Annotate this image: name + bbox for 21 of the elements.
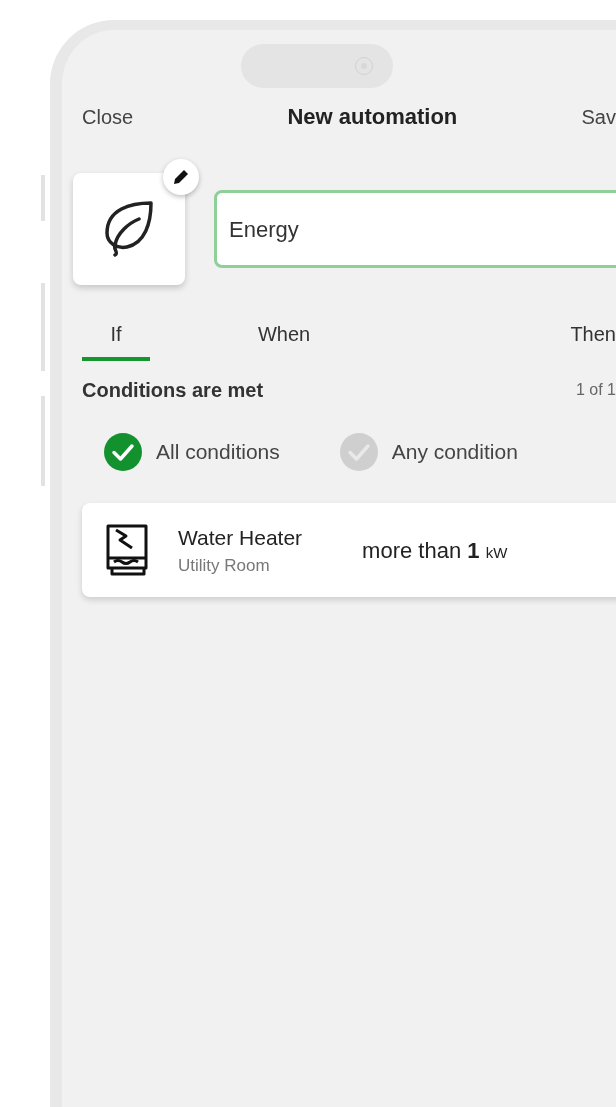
icon-tile[interactable] (73, 173, 185, 285)
rule-card[interactable]: Water Heater Utility Room more than 1 kW (82, 503, 616, 597)
conditions-count: 1 of 1 (575, 380, 616, 400)
screen-title: New automation (287, 103, 458, 131)
close-button[interactable]: Close (82, 101, 134, 132)
tab[interactable]: Then (570, 319, 616, 361)
edit-badge[interactable] (163, 159, 199, 195)
mode-label[interactable]: Any condition (391, 436, 518, 468)
rule-value: more than 1 kW (362, 536, 508, 565)
mode-label[interactable]: All conditions (156, 436, 280, 468)
name-field[interactable]: Energy (214, 190, 616, 268)
conditions-title: Conditions are met (82, 378, 264, 403)
room-name: Utility Room (178, 555, 271, 577)
name-value: Energy (229, 215, 299, 244)
check-icon[interactable] (339, 433, 378, 471)
tab[interactable]: If (82, 319, 150, 361)
save-button[interactable]: Sav (581, 101, 616, 132)
check-icon[interactable] (104, 433, 142, 471)
pencil-icon (172, 168, 190, 186)
tab[interactable]: When (250, 319, 318, 361)
device-name: Water Heater (178, 524, 303, 551)
